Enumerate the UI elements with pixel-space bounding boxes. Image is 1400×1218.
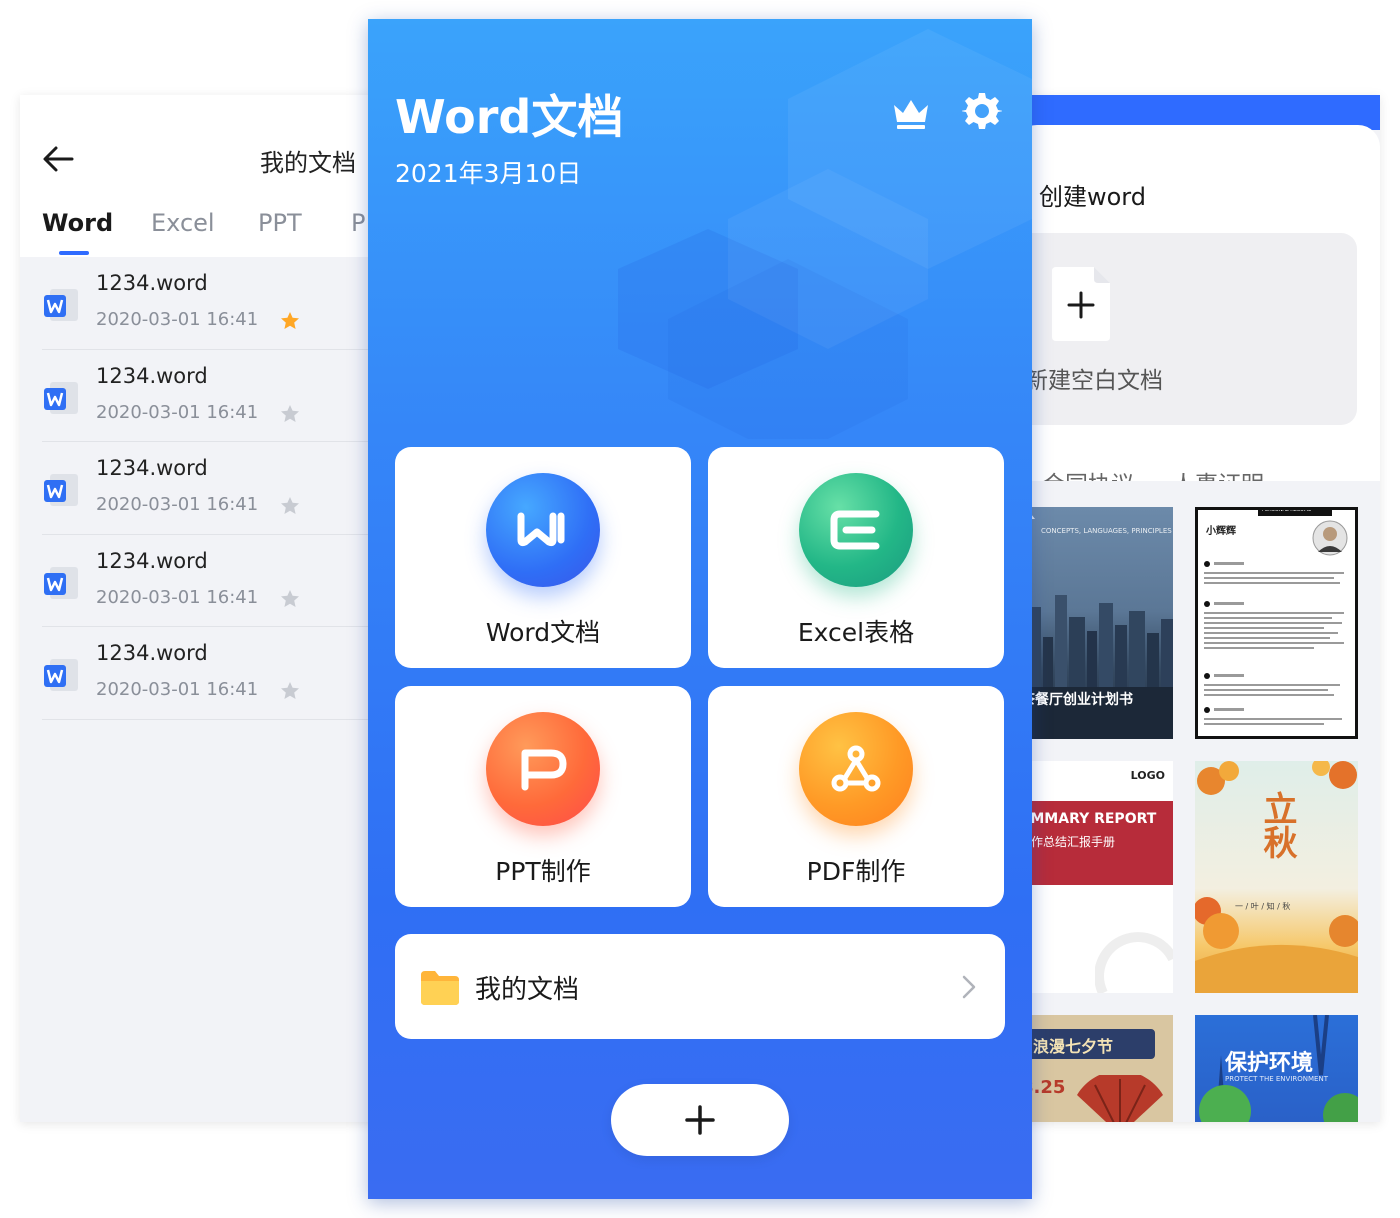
fan-illustration: [1077, 1075, 1163, 1122]
my-documents-entry[interactable]: 我的文档: [395, 934, 1005, 1039]
excel-glyph: [830, 510, 880, 550]
ppt-maker-label: PPT制作: [495, 857, 591, 886]
template-card-resume[interactable]: PERSONAL RESUME 小辉辉: [1195, 507, 1358, 739]
star-icon[interactable]: [280, 404, 300, 424]
resume-text-lines: [1204, 561, 1344, 725]
report-arc-decoration: [1095, 932, 1173, 993]
template-title: 茶餐厅创业计划书: [1021, 692, 1133, 708]
word-icon: [486, 473, 600, 587]
ppt-glyph: [521, 749, 567, 791]
template-subtitle: 工作总结汇报手册: [1019, 835, 1116, 849]
document-list-item[interactable]: 1234.word 2020-03-01 16:41: [42, 350, 380, 442]
tab-word[interactable]: Word: [42, 209, 113, 237]
document-list-item[interactable]: 1234.word 2020-03-01 16:41: [42, 442, 380, 535]
word-file-icon: [44, 381, 78, 414]
resume-name: 小辉辉: [1206, 526, 1236, 537]
document-list-item[interactable]: 1234.word 2020-03-01 16:41: [42, 627, 380, 720]
resume-photo: [1312, 520, 1348, 556]
documents-header: 我的文档 Word Excel PPT P: [20, 95, 380, 257]
plus-icon: [685, 1105, 715, 1135]
document-list: 1234.word 2020-03-01 16:41 1234.word 202…: [20, 257, 380, 720]
word-glyph: [517, 512, 565, 547]
ppt-maker-card[interactable]: PPT制作: [395, 686, 691, 907]
template-card-qixi[interactable]: 浪漫七夕节 8.25: [1015, 1015, 1173, 1122]
new-blank-document-label: 新建空白文档: [1025, 368, 1163, 394]
excel-sheet-label: Excel表格: [797, 618, 915, 647]
tab-pdf[interactable]: P: [351, 209, 365, 237]
pdf-icon: [799, 712, 913, 826]
star-icon[interactable]: [280, 496, 300, 516]
my-documents-label: 我的文档: [475, 975, 580, 1005]
document-date: 2020-03-01 16:41: [96, 679, 259, 700]
template-title: 立秋: [1257, 791, 1297, 859]
app-title: Word文档: [395, 90, 624, 144]
gear-icon[interactable]: [962, 91, 1002, 131]
document-name: 1234.word: [96, 363, 208, 388]
document-date: 2020-03-01 16:41: [96, 494, 259, 515]
chevron-right-icon: [962, 975, 976, 999]
pdf-maker-label: PDF制作: [806, 857, 906, 886]
documents-screen: 我的文档 Word Excel PPT P 1234.word 2020-03-…: [20, 95, 380, 1122]
document-name: 1234.word: [96, 548, 208, 573]
word-document-label: Word文档: [485, 618, 601, 647]
back-arrow-icon[interactable]: [42, 145, 74, 173]
document-date: 2020-03-01 16:41: [96, 309, 259, 330]
star-icon-active[interactable]: [280, 311, 300, 331]
star-icon[interactable]: [280, 589, 300, 609]
template-card-business-plan[interactable]: CONCEPTS, LANGUAGES, PRINCIPLES AND FUND…: [1015, 507, 1173, 739]
excel-sheet-card[interactable]: Excel表格: [708, 447, 1004, 668]
new-document-icon: [1052, 267, 1110, 341]
template-card-summary-report[interactable]: LOGO UMMARY REPORT 工作总结汇报手册: [1015, 761, 1173, 993]
template-title: 浪漫七夕节: [1033, 1037, 1114, 1056]
word-file-icon: [44, 566, 78, 599]
star-icon[interactable]: [280, 681, 300, 701]
document-name: 1234.word: [96, 456, 208, 480]
word-file-icon: [44, 474, 78, 506]
active-tab-indicator: [59, 251, 89, 255]
new-blank-document-card[interactable]: 新建空白文档: [1015, 233, 1357, 425]
template-title: 保护环境: [1225, 1051, 1314, 1076]
template-subtitle: 一 / 叶 / 知 / 秋: [1235, 902, 1291, 911]
word-document-card[interactable]: Word文档: [395, 447, 691, 668]
word-file-icon: [44, 289, 78, 321]
crown-icon[interactable]: [891, 95, 931, 131]
template-subtitle: PROTECT THE ENVIRONMENT: [1225, 1075, 1328, 1083]
template-title: UMMARY REPORT: [1019, 811, 1157, 827]
template-card-autumn[interactable]: 立秋 一 / 叶 / 知 / 秋: [1195, 761, 1358, 993]
current-date: 2021年3月10日: [395, 159, 582, 188]
pdf-maker-card[interactable]: PDF制作: [708, 686, 1004, 907]
template-card-environment[interactable]: 保护环境 PROTECT THE ENVIRONMENT: [1195, 1015, 1358, 1122]
folder-icon: [421, 971, 459, 1005]
ppt-icon: [486, 712, 600, 826]
document-list-item[interactable]: 1234.word 2020-03-01 16:41: [42, 535, 380, 627]
document-list-item[interactable]: 1234.word 2020-03-01 16:41: [42, 257, 380, 350]
excel-icon: [799, 473, 913, 587]
home-screen: Word文档 2021年3月10日 Word文档 Excel表格 PPT制作 P…: [368, 19, 1032, 1199]
word-file-icon: [44, 659, 78, 691]
doc-type-tabs: Word Excel PPT P: [42, 209, 380, 249]
add-button[interactable]: [611, 1084, 789, 1156]
resume-header-text: PERSONAL RESUME: [1262, 507, 1312, 513]
document-date: 2020-03-01 16:41: [96, 586, 259, 608]
template-subtitle: CONCEPTS, LANGUAGES, PRINCIPLES AND FUND…: [1041, 527, 1173, 535]
create-screen: 创建word 新建空白文档 合同协议 人事证明: [1015, 95, 1380, 1122]
tab-excel[interactable]: Excel: [151, 209, 215, 237]
template-logo-text: LOGO: [1130, 769, 1165, 782]
document-name: 1234.word: [96, 271, 208, 295]
document-name: 1234.word: [96, 641, 208, 665]
documents-title: 我的文档: [260, 149, 356, 177]
create-title: 创建word: [1039, 183, 1146, 211]
document-date: 2020-03-01 16:41: [96, 401, 259, 423]
pdf-glyph: [831, 745, 881, 792]
tab-ppt[interactable]: PPT: [258, 209, 302, 237]
